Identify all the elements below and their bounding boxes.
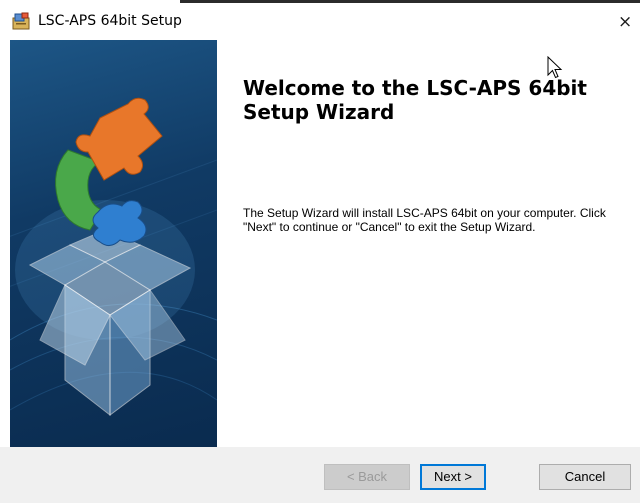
setup-wizard-window: LSC-APS 64bit Setup × Welcome to the LSC… — [0, 0, 640, 503]
wizard-content: Welcome to the LSC-APS 64bit Setup Wizar… — [217, 40, 640, 447]
welcome-description: The Setup Wizard will install LSC-APS 64… — [243, 206, 606, 234]
close-icon[interactable]: × — [618, 11, 640, 33]
button-bar: < Back Next > Cancel — [0, 447, 640, 503]
cancel-button[interactable]: Cancel — [539, 464, 631, 490]
back-button[interactable]: < Back — [324, 464, 410, 490]
puzzle-box-illustration — [10, 97, 217, 417]
title-bar-border — [180, 0, 640, 3]
mouse-pointer-icon — [547, 56, 563, 79]
installer-icon — [12, 12, 30, 30]
title-bar[interactable]: LSC-APS 64bit Setup × — [0, 0, 640, 40]
wizard-banner-image — [10, 40, 217, 447]
welcome-heading: Welcome to the LSC-APS 64bit Setup Wizar… — [243, 76, 587, 124]
window-title: LSC-APS 64bit Setup — [38, 13, 182, 29]
next-button[interactable]: Next > — [420, 464, 486, 490]
